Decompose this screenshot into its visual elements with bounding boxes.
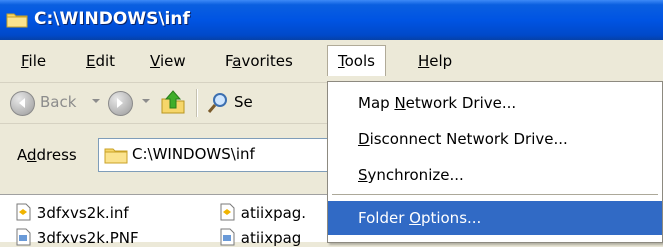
menu-favorites[interactable]: Favorites <box>219 47 299 75</box>
menu-edit[interactable]: Edit <box>80 47 121 75</box>
list-item[interactable]: atiixpag. <box>218 203 306 222</box>
title-bar[interactable]: C:\WINDOWS\inf <box>0 0 663 40</box>
menu-tools[interactable]: Tools <box>327 45 386 76</box>
back-dropdown-icon[interactable] <box>92 99 100 103</box>
address-input[interactable]: C:\WINDOWS\inf <box>98 138 330 172</box>
menu-file[interactable]: File <box>15 47 52 75</box>
list-item[interactable]: 3dfxvs2k.inf <box>14 203 129 222</box>
file-name: 3dfxvs2k.PNF <box>36 229 139 247</box>
folder-icon <box>104 148 128 164</box>
menu-help[interactable]: Help <box>412 47 458 75</box>
pnf-file-icon <box>220 228 235 246</box>
file-name: 3dfxvs2k.inf <box>36 204 129 222</box>
menu-item-map-network-drive[interactable]: Map Network Drive... <box>328 86 662 120</box>
folder-icon <box>6 13 28 28</box>
search-icon[interactable] <box>206 91 230 115</box>
file-name: atiixpag <box>240 229 302 247</box>
menu-bar: File Edit View Favorites Tools Help <box>0 40 663 83</box>
inf-file-icon <box>16 203 31 221</box>
up-folder-icon[interactable] <box>160 89 186 115</box>
list-item[interactable]: 3dfxvs2k.PNF <box>14 228 139 247</box>
toolbar-separator <box>196 89 198 117</box>
back-button-label[interactable]: Back <box>40 93 76 111</box>
pnf-file-icon <box>16 228 31 246</box>
file-name: atiixpag. <box>240 204 307 222</box>
address-label: Address <box>17 146 77 164</box>
menu-item-disconnect-network-drive[interactable]: Disconnect Network Drive... <box>328 122 662 156</box>
inf-file-icon <box>220 203 235 221</box>
list-item[interactable]: atiixpag <box>218 228 301 247</box>
back-arrow-icon[interactable] <box>10 91 35 116</box>
menu-item-synchronize[interactable]: Synchronize... <box>328 158 662 192</box>
tools-dropdown-menu: Map Network Drive... Disconnect Network … <box>327 81 663 243</box>
menu-view[interactable]: View <box>144 47 192 75</box>
menu-item-folder-options[interactable]: Folder Options... <box>328 201 662 235</box>
window-title: C:\WINDOWS\inf <box>34 9 190 29</box>
forward-dropdown-icon[interactable] <box>142 99 150 103</box>
menu-separator <box>332 194 658 195</box>
address-value: C:\WINDOWS\inf <box>132 145 255 163</box>
forward-arrow-icon[interactable] <box>108 91 133 116</box>
search-button-label[interactable]: Se <box>234 93 253 111</box>
